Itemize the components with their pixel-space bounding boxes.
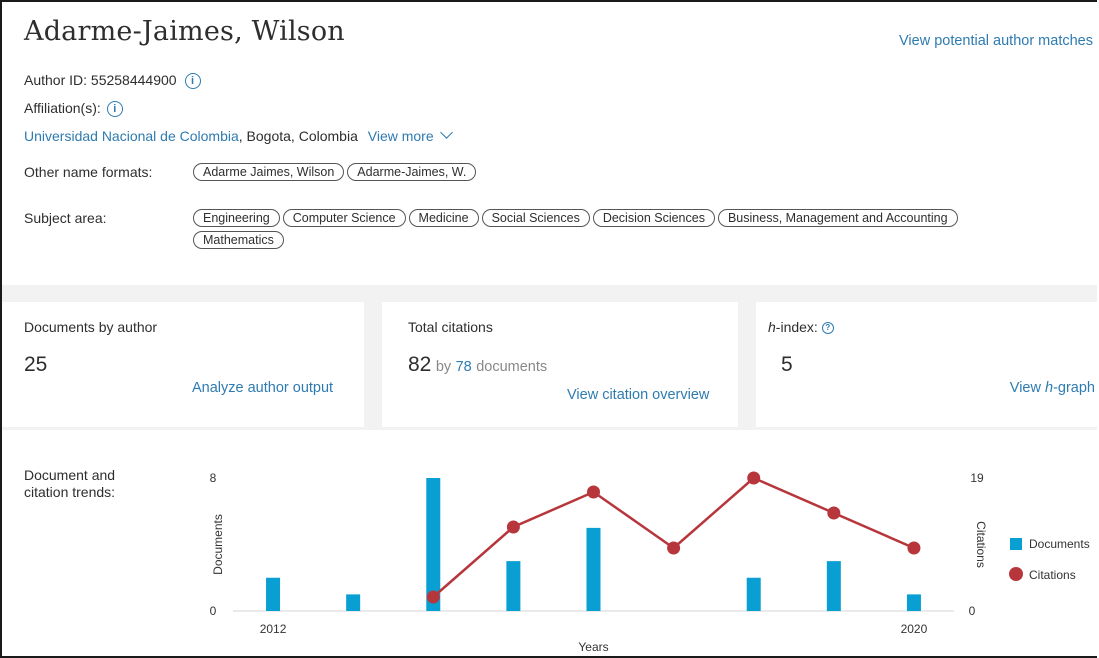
legend-citations-label: Citations	[1029, 568, 1076, 582]
view-citation-overview-link[interactable]: View citation overview	[567, 387, 709, 403]
citations-point	[667, 541, 681, 555]
view-more-button[interactable]: View more	[367, 126, 453, 144]
analyze-output-link[interactable]: Analyze author output	[192, 380, 333, 396]
citations-point	[907, 541, 921, 555]
hindex-title: h-index:?	[768, 319, 834, 335]
help-icon[interactable]: ?	[821, 322, 834, 335]
legend-documents-label: Documents	[1029, 537, 1090, 551]
author-id: Author ID: 55258444900	[24, 72, 177, 88]
x-axis-title: Years	[578, 640, 608, 654]
subject-pill[interactable]: Decision Sciences	[592, 209, 715, 227]
citations-count: 82	[408, 353, 432, 376]
citations-documents-word: documents	[476, 359, 548, 375]
y-left-max-tick: 8	[210, 471, 217, 485]
x-tick-label: 2020	[901, 622, 928, 636]
citations-by: by	[435, 359, 452, 375]
name-format-pill[interactable]: Adarme-Jaimes, W.	[347, 163, 477, 181]
y-right-min-tick: 0	[969, 604, 976, 618]
subject-pill[interactable]: Mathematics	[193, 231, 284, 249]
documents-bar	[906, 594, 921, 611]
citations-point	[587, 485, 600, 499]
documents-bar	[826, 561, 841, 611]
citations-value-row: 82 by 78 documents	[408, 353, 547, 377]
subject-area-list: Engineering Computer Science Medicine Socia…	[193, 209, 1073, 253]
documents-bar	[746, 577, 761, 611]
other-name-formats-list: Adarme Jaimes, Wilson Adarme-Jaimes, W.	[193, 163, 1073, 185]
citations-point	[827, 506, 841, 520]
y-left-axis-title: Documents	[211, 514, 225, 575]
view-more-label: View more	[367, 128, 434, 144]
affiliations-label: Affiliation(s):	[24, 100, 101, 116]
y-left-min-tick: 0	[210, 604, 217, 618]
subject-area-label: Subject area:	[24, 210, 107, 226]
subject-pill[interactable]: Medicine	[408, 209, 479, 227]
documents-bar	[586, 527, 601, 611]
documents-bar	[266, 577, 281, 611]
author-name: Adarme-Jaimes, Wilson	[24, 16, 345, 47]
citations-point	[747, 471, 761, 485]
affiliation-row: Universidad Nacional de Colombia, Bogota…	[24, 126, 453, 144]
subject-pill[interactable]: Engineering	[193, 209, 280, 227]
citing-documents-link[interactable]: 78	[456, 359, 472, 375]
subject-pill[interactable]: Business, Management and Accounting	[717, 209, 958, 227]
y-right-axis-title: Citations	[974, 521, 988, 568]
citations-card: Total citations 82 by 78 documents View …	[382, 302, 738, 427]
x-tick-label: 2012	[260, 622, 287, 636]
view-potential-matches-link[interactable]: View potential author matches	[899, 33, 1093, 49]
author-id-row: Author ID: 55258444900 i	[24, 72, 201, 90]
legend-documents-swatch	[1010, 538, 1022, 550]
subject-pill[interactable]: Computer Science	[282, 209, 406, 227]
citations-title: Total citations	[408, 319, 493, 335]
documents-title: Documents by author	[24, 319, 158, 335]
subject-pill[interactable]: Social Sciences	[481, 209, 590, 227]
documents-card: Documents by author 25 Analyze author ou…	[2, 302, 364, 427]
name-format-pill[interactable]: Adarme Jaimes, Wilson	[193, 163, 345, 181]
affiliation-location: , Bogota, Colombia	[238, 128, 358, 144]
view-h-graph-link[interactable]: View h-graph	[1010, 380, 1095, 396]
citations-line	[432, 476, 915, 598]
info-icon[interactable]: i	[106, 101, 123, 118]
author-profile: Adarme-Jaimes, Wilson View potential aut…	[0, 0, 1097, 658]
hindex-card: h-index:? 5 View h-graph	[756, 302, 1097, 427]
other-name-formats-label: Other name formats:	[24, 164, 153, 180]
y-right-max-tick: 19	[970, 471, 984, 485]
citations-point	[506, 520, 520, 534]
info-icon[interactable]: i	[184, 73, 201, 90]
documents-bar	[346, 594, 361, 611]
chevron-down-icon	[439, 126, 453, 139]
legend-citations-swatch	[1009, 567, 1023, 581]
documents-bar	[506, 561, 521, 611]
documents-count: 25	[24, 353, 48, 376]
hindex-value: 5	[781, 353, 793, 376]
citations-point	[426, 590, 440, 604]
trends-chart: 8 0 19 0 2012 2020 Years Documents Citations Docu…	[210, 471, 1090, 654]
affiliation-link[interactable]: Universidad Nacional de Colombia	[24, 128, 239, 144]
affiliations-row: Affiliation(s): i	[24, 100, 123, 118]
